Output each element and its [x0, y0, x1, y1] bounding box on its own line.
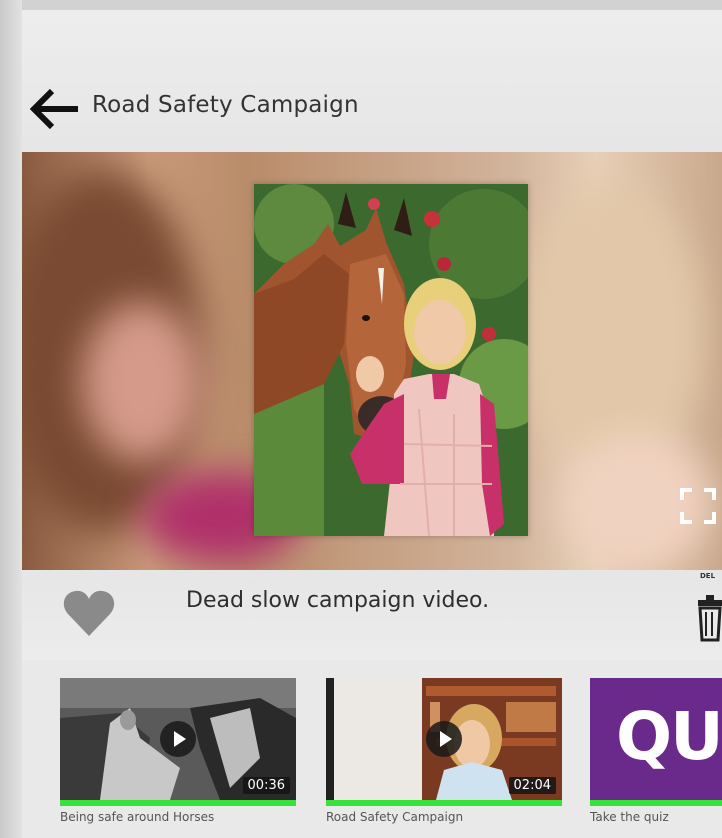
- watched-progress-bar: [60, 800, 296, 806]
- fullscreen-button[interactable]: [678, 486, 718, 526]
- delete-button[interactable]: DEL: [694, 572, 722, 642]
- thumbnail-card[interactable]: QU Take the quiz: [590, 678, 722, 824]
- thumbnail-title: Road Safety Campaign: [326, 810, 464, 824]
- delete-label: DEL: [700, 572, 716, 580]
- thumbnail-card[interactable]: 00:36 Being safe around Horses: [60, 678, 296, 824]
- device-bezel-top: [0, 0, 722, 10]
- thumbnail-image: 00:36: [60, 678, 296, 800]
- quiz-logo: QU: [616, 698, 722, 775]
- favorite-button[interactable]: [62, 586, 116, 640]
- video-still-image[interactable]: [254, 184, 528, 536]
- related-videos-carousel: 00:36 Being safe around Horses 02:04 Roa…: [22, 660, 722, 838]
- blurred-backdrop: [82, 302, 202, 462]
- device-bezel-left: [0, 0, 22, 838]
- back-button[interactable]: [22, 78, 84, 140]
- play-icon: [160, 721, 196, 757]
- thumbnail-card[interactable]: 02:04 Road Safety Campaign: [326, 678, 562, 824]
- thumbnail-title: Being safe around Horses: [60, 810, 215, 824]
- arrow-left-icon: [29, 88, 78, 130]
- video-duration: 00:36: [242, 777, 290, 794]
- heart-icon: [63, 590, 115, 636]
- watched-progress-bar: [326, 800, 562, 806]
- thumbnail-image: QU: [590, 678, 722, 800]
- video-actions-bar: Dead slow campaign video. DEL: [22, 570, 722, 660]
- page-title: Road Safety Campaign: [92, 92, 359, 118]
- thumbnail-image: 02:04: [326, 678, 562, 800]
- video-caption: Dead slow campaign video.: [186, 588, 490, 613]
- thumbnail-title: Take the quiz: [590, 810, 669, 824]
- app-screen: Road Safety Campaign Dead slow campaign …: [22, 10, 722, 838]
- video-duration: 02:04: [508, 777, 556, 794]
- fullscreen-icon: [680, 488, 716, 524]
- header-bar: Road Safety Campaign: [22, 10, 722, 152]
- watched-progress-bar: [590, 800, 722, 806]
- trash-icon: [698, 595, 722, 642]
- play-icon: [426, 721, 462, 757]
- video-player[interactable]: [22, 152, 722, 570]
